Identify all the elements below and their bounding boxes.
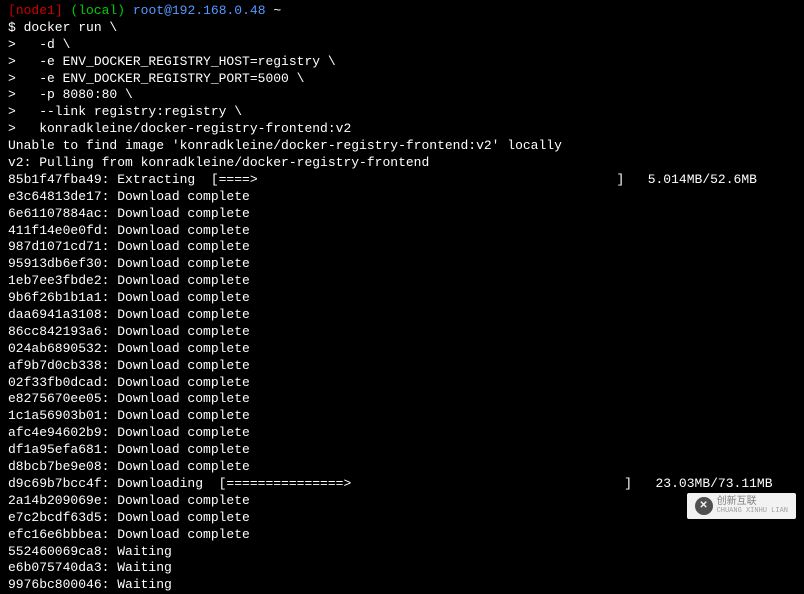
docker-layers: 85b1f47fba49: Extracting [====> ] 5.014M… (8, 172, 796, 594)
prompt-local: (local) (70, 3, 125, 18)
watermark-badge: ✕ 创新互联 CHUANG XINHU LIAN (687, 493, 796, 519)
watermark-text: 创新互联 CHUANG XINHU LIAN (717, 498, 788, 515)
layer-line: e3c64813de17: Download complete (8, 189, 796, 206)
watermark-sub: CHUANG XINHU LIAN (717, 508, 788, 515)
watermark-icon: ✕ (695, 497, 713, 515)
layer-line: 95913db6ef30: Download complete (8, 256, 796, 273)
command-line-4[interactable]: > -p 8080:80 \ (8, 87, 796, 104)
layer-line: 024ab6890532: Download complete (8, 341, 796, 358)
layer-line: 9976bc800046: Waiting (8, 577, 796, 594)
layer-line: af9b7d0cb338: Download complete (8, 358, 796, 375)
layer-line: 02f33fb0dcad: Download complete (8, 375, 796, 392)
layer-line: d8bcb7be9e08: Download complete (8, 459, 796, 476)
layer-line: 1eb7ee3fbde2: Download complete (8, 273, 796, 290)
layer-line: efc16e6bbbea: Download complete (8, 527, 796, 544)
prompt-bracket-close: ] (55, 3, 63, 18)
command-line-3[interactable]: > -e ENV_DOCKER_REGISTRY_PORT=5000 \ (8, 71, 796, 88)
layer-line: 85b1f47fba49: Extracting [====> ] 5.014M… (8, 172, 796, 189)
layer-line: 2a14b209069e: Download complete (8, 493, 796, 510)
command-line-5[interactable]: > --link registry:registry \ (8, 104, 796, 121)
command-line-2[interactable]: > -e ENV_DOCKER_REGISTRY_HOST=registry \ (8, 54, 796, 71)
layer-line: 86cc842193a6: Download complete (8, 324, 796, 341)
layer-line: d9c69b7bcc4f: Downloading [=============… (8, 476, 796, 493)
command-line-1[interactable]: > -d \ (8, 37, 796, 54)
layer-line: 9b6f26b1b1a1: Download complete (8, 290, 796, 307)
output-line-0: Unable to find image 'konradkleine/docke… (8, 138, 796, 155)
layer-line: e8275670ee05: Download complete (8, 391, 796, 408)
prompt-path: ~ (273, 3, 281, 18)
command-line-0[interactable]: $ docker run \ (8, 20, 796, 37)
output-line-1: v2: Pulling from konradkleine/docker-reg… (8, 155, 796, 172)
watermark-title: 创新互联 (717, 498, 788, 508)
layer-line: 987d1071cd71: Download complete (8, 239, 796, 256)
layer-line: df1a95efa681: Download complete (8, 442, 796, 459)
layer-line: 1c1a56903b01: Download complete (8, 408, 796, 425)
prompt-userhost: root@192.168.0.48 (133, 3, 266, 18)
layer-line: afc4e94602b9: Download complete (8, 425, 796, 442)
prompt-bracket-open: [ (8, 3, 16, 18)
prompt-node: node1 (16, 3, 55, 18)
shell-prompt: [node1] (local) root@192.168.0.48 ~ (8, 3, 796, 20)
layer-line: 6e61107884ac: Download complete (8, 206, 796, 223)
layer-line: e6b075740da3: Waiting (8, 560, 796, 577)
command-line-6[interactable]: > konradkleine/docker-registry-frontend:… (8, 121, 796, 138)
layer-line: daa6941a3108: Download complete (8, 307, 796, 324)
layer-line: e7c2bcdf63d5: Download complete (8, 510, 796, 527)
layer-line: 552460069ca8: Waiting (8, 544, 796, 561)
layer-line: 411f14e0e0fd: Download complete (8, 223, 796, 240)
